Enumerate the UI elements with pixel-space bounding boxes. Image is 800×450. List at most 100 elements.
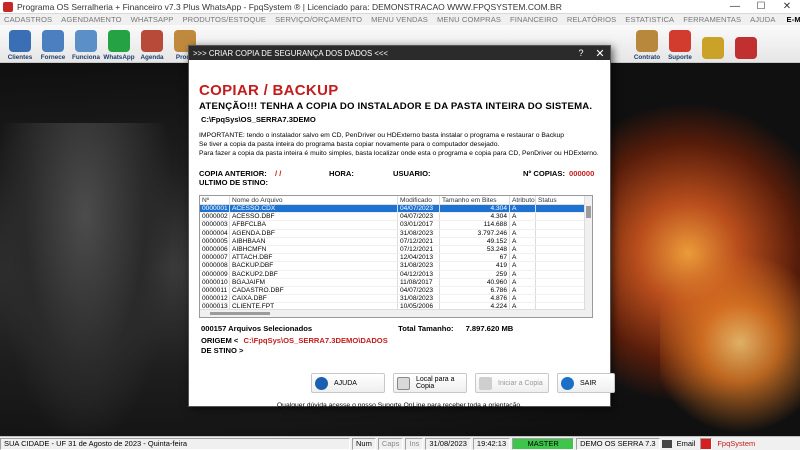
- minimize-button[interactable]: —: [722, 0, 748, 14]
- cell-modified: 12/04/2013: [398, 254, 440, 262]
- cell-name: AFBFCLBA: [230, 221, 398, 229]
- table-row[interactable]: 0000011 CADASTRO.DBF 04/07/2023 6.786 A: [200, 286, 592, 296]
- table-row[interactable]: 0000003 AFBFCLBA 03/01/2017 114.688 A: [200, 221, 592, 230]
- cell-size: 53.248: [440, 245, 510, 254]
- table-row[interactable]: 0000008 BACKUP.DBF 31/08/2023 419 A: [200, 262, 592, 271]
- folder-search-icon: [397, 376, 410, 390]
- summary: 000157 Arquivos Selecionados Total Taman…: [201, 324, 531, 333]
- info-line: Para fazer a copia da pasta inteira é mu…: [199, 150, 599, 157]
- toolbar-label: Clientes: [7, 54, 33, 61]
- toolbar-button-clientes[interactable]: Clientes: [4, 26, 36, 62]
- table-row[interactable]: 0000002 ACESSO.DBF 04/07/2023 4.304 A: [200, 213, 592, 222]
- dialog-title-bar: >>> CRIAR COPIA DE SEGURANÇA DOS DADOS <…: [189, 46, 610, 60]
- info-line: IMPORTANTE: tendo o instalador salvo em …: [199, 132, 565, 139]
- menu-cadastros[interactable]: CADASTROS: [4, 15, 52, 24]
- table-row[interactable]: 0000005 AIBHBAAN 07/12/2021 49.152 A: [200, 237, 592, 246]
- help-button[interactable]: AJUDA: [311, 373, 385, 393]
- cell-status: [536, 270, 586, 278]
- cell-num: 0000007: [200, 254, 230, 262]
- toolbar-button-fornece[interactable]: Fornece: [37, 26, 69, 62]
- email-icon: [661, 439, 672, 448]
- start-copy-label: Iniciar a Copia: [498, 379, 543, 387]
- toolbar-button-contrato[interactable]: Contrato: [631, 26, 663, 62]
- col-header-name[interactable]: Nome do Arquivo: [230, 196, 398, 204]
- cell-attr: A: [510, 229, 536, 237]
- status-company: DEMO OS SERRA 7.3: [576, 437, 660, 450]
- menu-financeiro[interactable]: FINANCEIRO: [510, 15, 558, 24]
- menu-vendas[interactable]: MENU VENDAS: [371, 15, 428, 24]
- toolbar-button-22[interactable]: [730, 26, 762, 62]
- menu-compras[interactable]: MENU COMPRAS: [437, 15, 501, 24]
- menu-servico-orcamento[interactable]: SERVIÇO/ORÇAMENTO: [275, 15, 362, 24]
- cell-status: [536, 295, 586, 303]
- menu-ferramentas[interactable]: FERRAMENTAS: [683, 15, 741, 24]
- scroll-thumb[interactable]: [210, 312, 270, 315]
- cell-modified: 31/08/2023: [398, 229, 440, 237]
- cell-name: BACKUP.DBF: [230, 262, 398, 270]
- file-grid[interactable]: Nº Nome do Arquivo Modificado Tamanho em…: [199, 195, 593, 318]
- cell-attr: A: [510, 270, 536, 278]
- table-row[interactable]: 0000009 BACKUP2.DBF 04/12/2013 259 A: [200, 270, 592, 279]
- cell-num: 0000012: [200, 295, 230, 303]
- table-row[interactable]: 0000010 BGAJAIFM 11/08/2017 40.960 A: [200, 278, 592, 287]
- cell-status: [536, 213, 586, 221]
- help-button-label: AJUDA: [334, 379, 357, 387]
- col-header-num[interactable]: Nº: [200, 196, 230, 204]
- toolbar-button-21[interactable]: [697, 26, 729, 62]
- maximize-button[interactable]: ☐: [748, 0, 774, 14]
- menu-agendamento[interactable]: AGENDAMENTO: [61, 15, 121, 24]
- grid-rows: 0000001 ACESSO.CDX 04/07/2023 4.304 A 0000002…: [200, 205, 592, 312]
- cell-num: 0000004: [200, 229, 230, 237]
- copies-label: Nº COPIAS:: [523, 169, 566, 178]
- cell-attr: A: [510, 213, 536, 221]
- col-header-modified[interactable]: Modificado: [398, 196, 440, 204]
- scroll-thumb[interactable]: [586, 206, 591, 218]
- start-copy-button[interactable]: Iniciar a Copia: [475, 373, 549, 393]
- local-copy-button[interactable]: Local para a Copia: [393, 373, 467, 393]
- menu-ajuda[interactable]: AJUDA: [750, 15, 775, 24]
- dialog-buttons: AJUDA Local para a Copia Iniciar a Copia…: [311, 373, 623, 393]
- col-header-size[interactable]: Tamanho em Bites: [440, 196, 510, 204]
- cell-size: 6.786: [440, 286, 510, 295]
- table-row[interactable]: 0000012 CAIXA.DBF 31/08/2023 4.876 A: [200, 295, 592, 304]
- toolbar-icon: [636, 30, 658, 52]
- menu-whatsapp[interactable]: WHATSAPP: [131, 15, 174, 24]
- cell-attr: A: [510, 245, 536, 254]
- cell-size: 114.688: [440, 221, 510, 229]
- origin-dest: ORIGEM < C:\FpqSys\OS_SERRA7.3DEMO\DADOS…: [201, 336, 388, 356]
- menu-email[interactable]: E-MAIL: [787, 15, 800, 24]
- menu-relatorios[interactable]: RELATÓRIOS: [567, 15, 616, 24]
- table-row[interactable]: 0000001 ACESSO.CDX 04/07/2023 4.304 A: [200, 205, 592, 214]
- toolbar-button-suporte[interactable]: Suporte: [664, 26, 696, 62]
- table-row[interactable]: 0000006 AIBHCMFN 07/12/2021 53.248 A: [200, 245, 592, 255]
- grid-vertical-scrollbar[interactable]: [584, 196, 592, 317]
- grid-horizontal-scrollbar[interactable]: [200, 309, 586, 317]
- close-button[interactable]: ✕: [774, 0, 800, 14]
- cell-status: [536, 237, 586, 245]
- table-row[interactable]: 0000004 AGENDA.DBF 31/08/2023 3.797.246 A: [200, 229, 592, 238]
- status-num: Num: [352, 437, 376, 450]
- toolbar-icon: [141, 30, 163, 52]
- toolbar-button-agenda[interactable]: Agenda: [136, 26, 168, 62]
- exit-button[interactable]: SAIR: [557, 373, 615, 393]
- menu-bar: CADASTROS AGENDAMENTO WHATSAPP PRODUTOS/…: [0, 14, 800, 25]
- dialog-close-icon[interactable]: ✕: [590, 47, 610, 60]
- status-email[interactable]: Email: [674, 438, 699, 450]
- local-copy-label: Local para a Copia: [416, 376, 455, 390]
- menu-estatistica[interactable]: ESTATISTICA: [625, 15, 674, 24]
- menu-produtos-estoque[interactable]: PRODUTOS/ESTOQUE: [182, 15, 266, 24]
- dialog-help-icon[interactable]: ?: [572, 48, 590, 58]
- col-header-status[interactable]: Status: [536, 196, 586, 204]
- toolbar-button-whatsapp[interactable]: WhatsApp: [103, 26, 135, 62]
- table-row[interactable]: 0000007 ATTACH.DBF 12/04/2013 67 A: [200, 254, 592, 263]
- cell-name: BACKUP2.DBF: [230, 270, 398, 278]
- copy-icon: [479, 376, 492, 390]
- toolbar-label: Agenda: [140, 54, 164, 61]
- col-header-attr[interactable]: Atributo: [510, 196, 536, 204]
- info-text: IMPORTANTE: tendo o instalador salvo em …: [199, 131, 599, 158]
- toolbar-button-funciona[interactable]: Funciona: [70, 26, 102, 62]
- cell-name: ACESSO.DBF: [230, 213, 398, 221]
- cell-size: 4.304: [440, 213, 510, 221]
- status-date: 31/08/2023: [425, 437, 471, 450]
- cell-status: [536, 229, 586, 237]
